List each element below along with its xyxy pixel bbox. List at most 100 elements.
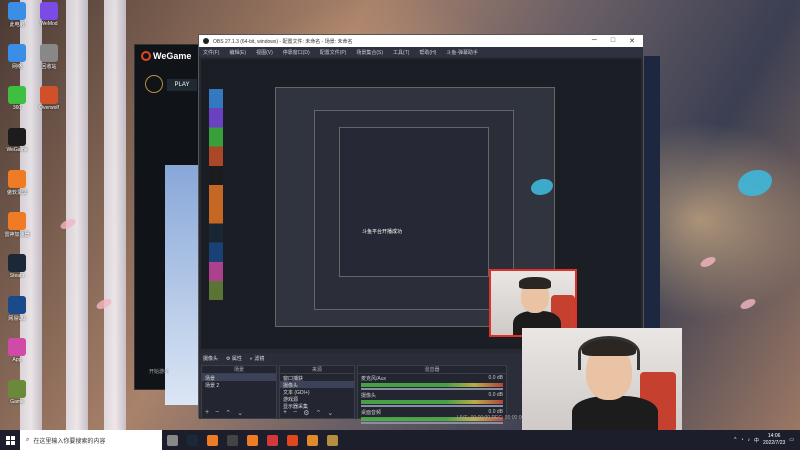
volume-slider[interactable]	[361, 388, 503, 390]
sources-dock: 来源 窗口捕获 摄像头 文本 (GDI+) 游戏源 显示器采集 + − ⚙ ⌃ ⌄	[279, 365, 355, 419]
obs-preview-canvas[interactable]: 斗鱼平台开播成功	[201, 59, 641, 349]
desktop-icon-label: 网易UU	[8, 316, 26, 322]
source-item[interactable]: 游戏源	[280, 395, 354, 403]
wegame-logo: WeGame	[141, 51, 191, 61]
desktop-icon[interactable]: 网易UU	[2, 296, 32, 322]
desktop-icon[interactable]: Overwolf	[34, 86, 64, 111]
move-up-icon[interactable]: ⌃	[315, 409, 321, 417]
filters-button[interactable]: ◐ 滤镜	[250, 355, 264, 362]
menu-item[interactable]: 编辑(E)	[229, 49, 246, 56]
scene-item[interactable]: 场景 2	[202, 381, 276, 389]
nested-toast: 斗鱼平台开播成功	[362, 229, 403, 235]
preview-desktop-icons	[209, 89, 223, 329]
scenes-dock: 场景 场景 场景 2 + − ⌃ ⌄	[201, 365, 277, 419]
source-name: 摄像头	[203, 355, 219, 362]
source-item[interactable]: 显示器采集	[280, 402, 354, 410]
move-down-icon[interactable]: ⌄	[237, 409, 243, 417]
clock[interactable]: 14:06 2022/7/23	[763, 433, 785, 447]
desktop-icon[interactable]: Steam	[2, 254, 32, 279]
start-button[interactable]	[0, 430, 20, 450]
desktop-icon[interactable]: Game	[2, 380, 32, 405]
obs-icon[interactable]	[222, 430, 242, 450]
close-icon[interactable]: ✕	[629, 37, 635, 45]
volume-slider[interactable]	[361, 405, 503, 407]
source-item[interactable]: 窗口捕获	[280, 374, 354, 382]
webcam-overlay-inner[interactable]	[489, 269, 577, 337]
desktop-icon[interactable]: WeGame	[2, 128, 32, 153]
recorder-icon	[8, 170, 26, 188]
obs-title-bar[interactable]: OBS 27.1.3 (64-bit, windows) - 配置文件: 未命名…	[199, 35, 643, 47]
add-scene-icon[interactable]: +	[205, 409, 209, 417]
menu-item[interactable]: 斗鱼-弹幕助手	[446, 49, 478, 56]
system-tray: ^ ◔ ♪ 中 14:06 2022/7/23 ▭	[734, 433, 800, 447]
remove-source-icon[interactable]: −	[293, 409, 297, 417]
properties-button[interactable]: ⚙ 属性	[226, 355, 242, 362]
source-item[interactable]: 摄像头	[280, 381, 354, 389]
desktop-icon[interactable]: 此电脑	[2, 2, 32, 28]
task-view-icon[interactable]	[162, 430, 182, 450]
add-source-icon[interactable]: +	[283, 409, 287, 417]
source-item[interactable]: 文本 (GDI+)	[280, 388, 354, 396]
search-input[interactable]: 在这里输入你要搜索的内容	[33, 436, 105, 445]
maximize-icon[interactable]: □	[611, 37, 615, 45]
game-launcher-icon[interactable]	[302, 430, 322, 450]
menu-item[interactable]: 文件(F)	[203, 49, 219, 56]
obs-app-icon	[203, 38, 209, 44]
steam-icon[interactable]	[182, 430, 202, 450]
nested-capture-2: 斗鱼平台开播成功	[314, 110, 514, 310]
taskbar-search[interactable]: ⌕ 在这里输入你要搜索的内容	[20, 430, 162, 450]
play-button[interactable]: PLAY	[167, 79, 197, 91]
nested-capture-3: 斗鱼平台开播成功	[339, 127, 489, 277]
sources-header: 来源	[280, 366, 354, 374]
desktop-icon[interactable]: App	[2, 338, 32, 363]
search-icon: ⌕	[26, 436, 30, 443]
desktop-icon[interactable]: 回收站	[34, 44, 64, 70]
desktop-icon[interactable]: 360	[2, 86, 32, 111]
desktop-icon-label: WeGame	[6, 147, 28, 153]
menu-item[interactable]: 配置文件(P)	[320, 49, 347, 56]
booster-icon[interactable]	[202, 430, 222, 450]
move-down-icon[interactable]: ⌄	[327, 409, 333, 417]
menu-item[interactable]: 停靠窗口(D)	[283, 49, 310, 56]
menu-item[interactable]: 工具(T)	[393, 49, 409, 56]
desktop-icon[interactable]: 网络	[2, 44, 32, 70]
network-icon[interactable]: ◔	[740, 437, 743, 443]
desktop-icon[interactable]: WeMod	[34, 2, 64, 27]
volume-slider[interactable]	[361, 422, 503, 424]
network-icon	[8, 44, 26, 62]
scene-item[interactable]: 场景	[202, 374, 276, 382]
desktop-icon[interactable]: 雷神加速器	[2, 212, 32, 238]
input-language[interactable]: 中	[754, 437, 759, 444]
obs-window-title: OBS 27.1.3 (64-bit, windows) - 配置文件: 未命名…	[213, 38, 353, 45]
person-body	[572, 396, 658, 432]
menu-item[interactable]: 视图(V)	[256, 49, 273, 56]
move-up-icon[interactable]: ⌃	[225, 409, 231, 417]
scenes-header: 场景	[202, 366, 276, 374]
webcam-overlay[interactable]	[522, 328, 682, 432]
lol-icon[interactable]	[145, 75, 163, 93]
petal	[739, 296, 757, 312]
taskbar-apps	[162, 430, 342, 450]
browser-icon[interactable]	[262, 430, 282, 450]
wegame-window[interactable]: WeGame PLAY 开始游戏	[134, 44, 201, 405]
chevron-up-icon[interactable]: ^	[734, 437, 736, 443]
wegame-icon[interactable]	[282, 430, 302, 450]
source-settings-icon[interactable]: ⚙	[303, 409, 309, 417]
minimize-icon[interactable]: ─	[592, 37, 597, 45]
lol-icon[interactable]	[322, 430, 342, 450]
mixer-channel-name: 摄像头	[361, 393, 377, 399]
notification-icon[interactable]: ▭	[789, 437, 794, 443]
menu-item[interactable]: 场景集合(S)	[356, 49, 383, 56]
recorder-icon[interactable]	[242, 430, 262, 450]
wallpaper-pillar	[66, 0, 88, 430]
wegame-logo-text: WeGame	[153, 51, 192, 61]
mixer-channel-name: 麦克风/Aux	[361, 376, 387, 382]
menu-item[interactable]: 帮助(H)	[419, 49, 436, 56]
remove-scene-icon[interactable]: −	[215, 409, 219, 417]
volume-icon[interactable]: ♪	[748, 437, 751, 443]
wemod-icon	[40, 2, 58, 20]
desktop-icon-label: Game	[10, 399, 24, 405]
wegame-footer[interactable]: 开始游戏	[149, 368, 169, 375]
desktop-icon-label: 雷神加速器	[4, 232, 30, 238]
desktop-icon[interactable]: 傲软录屏	[2, 170, 32, 196]
